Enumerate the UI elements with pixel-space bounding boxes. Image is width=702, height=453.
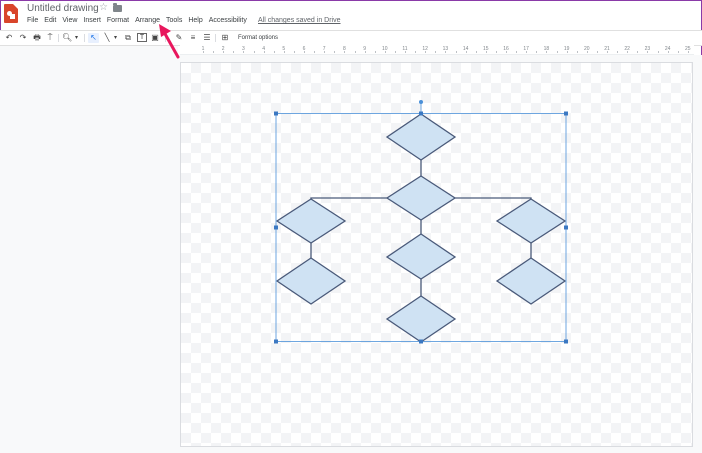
diamond-top [385,113,457,161]
diamond-left-upper [275,198,347,244]
connector [455,197,532,199]
diamond-right-upper [495,198,567,244]
annotation-arrow-icon [159,24,180,59]
diamond-right-lower [495,257,567,305]
diamond-bottom [385,295,457,343]
diamond-center [385,175,457,221]
drawing-canvas [274,100,568,344]
rotate-handle [419,100,423,104]
diamond-left-lower [275,257,347,305]
connector [310,197,387,199]
diamond-middle [385,233,457,280]
